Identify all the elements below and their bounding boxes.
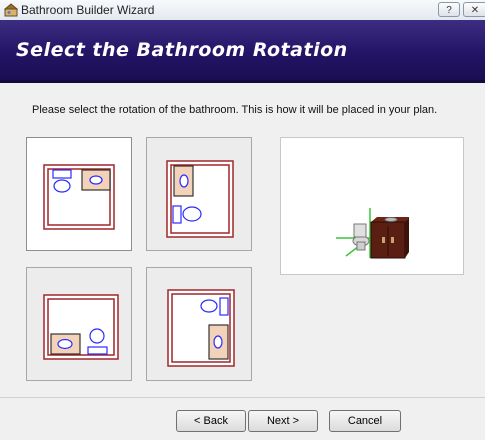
header-banner: Select the Bathroom Rotation: [0, 20, 485, 83]
rotation-option-4[interactable]: [146, 267, 252, 381]
app-icon: [4, 3, 18, 17]
footer-divider: [0, 397, 485, 398]
close-button[interactable]: ✕: [463, 2, 485, 17]
rotation-option-3[interactable]: [26, 267, 132, 381]
page-title: Select the Bathroom Rotation: [16, 39, 348, 61]
rotation-option-1[interactable]: [26, 137, 132, 251]
cancel-button[interactable]: Cancel: [329, 410, 401, 432]
window-title: Bathroom Builder Wizard: [21, 3, 155, 17]
instruction-text: Please select the rotation of the bathro…: [32, 104, 438, 116]
help-button[interactable]: ?: [438, 2, 460, 17]
rotation-2-floorplan: [166, 160, 234, 238]
rotation-option-2[interactable]: [146, 137, 252, 251]
rotation-4-floorplan: [167, 289, 235, 367]
bathroom-3d-preview: [280, 137, 464, 275]
rotation-3-floorplan: [43, 294, 119, 360]
rotation-1-floorplan: [43, 164, 115, 230]
next-button[interactable]: Next >: [248, 410, 318, 432]
bathroom-3d-render: [336, 208, 409, 259]
title-bar: Bathroom Builder Wizard ? ✕: [0, 0, 485, 21]
back-button[interactable]: < Back: [176, 410, 246, 432]
